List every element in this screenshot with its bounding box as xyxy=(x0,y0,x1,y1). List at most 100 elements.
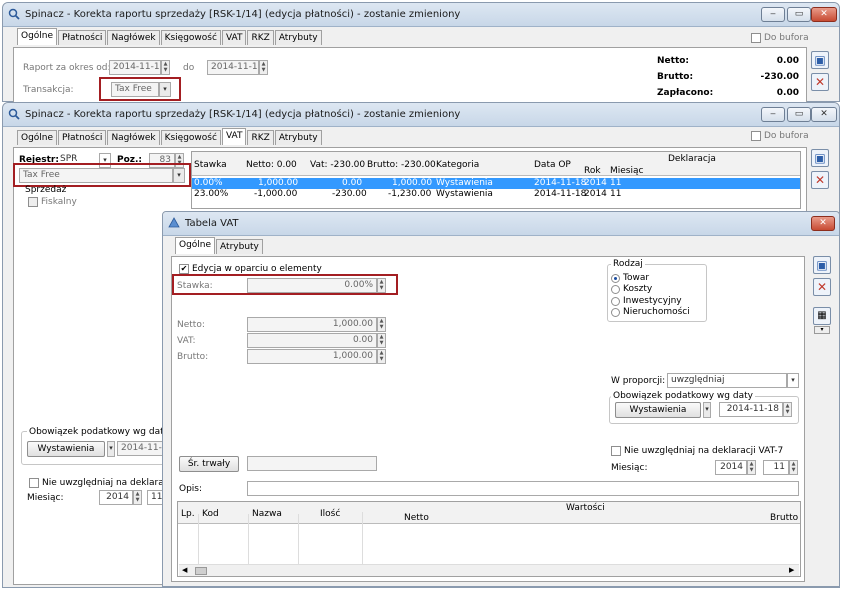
window-title: Tabela VAT xyxy=(185,218,239,229)
netto-label: Netto: xyxy=(657,56,690,66)
close-button[interactable]: ✕ xyxy=(811,107,837,122)
tab-naglowek[interactable]: Nagłówek xyxy=(107,30,160,45)
col-kategoria[interactable]: Kategoria xyxy=(436,160,479,170)
rok-spinner[interactable]: ▲ ▼ xyxy=(747,460,756,475)
cancel-icon[interactable]: ✕ xyxy=(811,171,829,189)
chevron-down-icon[interactable]: ▾ xyxy=(703,402,711,418)
scroll-thumb[interactable] xyxy=(195,567,207,575)
col-rok[interactable]: Rok xyxy=(584,166,601,176)
save-icon[interactable]: ▣ xyxy=(811,149,829,167)
do-bufora-checkbox[interactable] xyxy=(751,131,761,141)
tab-ogolne[interactable]: Ogólne xyxy=(17,130,58,145)
minimize-button[interactable]: ‒ xyxy=(761,7,785,22)
do-bufora-checkbox[interactable] xyxy=(751,33,761,43)
minimize-button[interactable]: ‒ xyxy=(761,107,785,122)
rok-input[interactable]: 2014 xyxy=(715,460,747,475)
radio-inwestycyjny[interactable] xyxy=(611,297,620,306)
highlight-transakcja xyxy=(99,77,181,101)
col-vat[interactable]: Vat: -230.00 xyxy=(310,160,365,170)
cell-data: 2014-11-18 xyxy=(534,189,587,199)
cell-kategoria: Wystawienia xyxy=(436,189,493,199)
miesiac-spinner[interactable]: ▲ ▼ xyxy=(789,460,798,475)
obowiazek-label: Obowiązek podatkowy wg daty xyxy=(27,427,171,437)
miesiac-input[interactable]: 11 xyxy=(763,460,789,475)
netto-input[interactable]: 1,000.00 xyxy=(247,317,377,332)
titlebar: Tabela VAT ✕ xyxy=(163,212,839,236)
vat-spinner[interactable]: ▲ ▼ xyxy=(377,333,386,348)
proporcji-select[interactable]: uwzględniaj xyxy=(667,373,787,388)
radio-nieruchomosci[interactable] xyxy=(611,308,620,317)
vat-input[interactable]: 0.00 xyxy=(247,333,377,348)
obowiazek-date-input[interactable]: 2014-11-18 xyxy=(719,402,783,417)
tab-platnosci[interactable]: Płatności xyxy=(58,30,107,45)
horizontal-scrollbar[interactable]: ◀ ▶ xyxy=(179,564,799,576)
tab-naglowek[interactable]: Nagłówek xyxy=(107,130,160,145)
miesiac-label: Miesiąc: xyxy=(27,493,64,503)
brutto-input[interactable]: 1,000.00 xyxy=(247,349,377,364)
col-stawka[interactable]: Stawka xyxy=(194,160,227,170)
sr-trwaly-button[interactable]: Śr. trwały xyxy=(179,456,239,472)
close-button[interactable]: ✕ xyxy=(811,216,835,231)
calculator-icon[interactable]: ▦ xyxy=(813,307,831,325)
tab-atrybuty[interactable]: Atrybuty xyxy=(274,30,322,45)
rok-spinner[interactable]: ▲ ▼ xyxy=(133,490,142,505)
col-lp[interactable]: Lp. xyxy=(181,509,195,519)
cancel-icon[interactable]: ✕ xyxy=(811,73,829,91)
date-to-input[interactable]: 2014-11-18 xyxy=(207,60,259,75)
scroll-right-icon[interactable]: ▶ xyxy=(789,566,794,574)
tab-ksiegowosc[interactable]: Księgowość xyxy=(160,130,221,145)
date-from-input[interactable]: 2014-11-18 xyxy=(109,60,161,75)
col-ilosc[interactable]: Ilość xyxy=(320,509,340,519)
tab-atrybuty[interactable]: Atrybuty xyxy=(216,239,263,254)
save-icon[interactable]: ▣ xyxy=(813,256,831,274)
edycja-checkbox[interactable]: ✔ xyxy=(179,264,189,274)
wystawienia-button[interactable]: Wystawienia xyxy=(615,402,701,418)
tab-ogolne[interactable]: Ogólne xyxy=(175,237,216,254)
transakcja-label: Transakcja: xyxy=(23,85,74,95)
maximize-button[interactable]: ▭ xyxy=(787,7,811,22)
tab-vat[interactable]: VAT xyxy=(221,30,247,45)
col-nazwa[interactable]: Nazwa xyxy=(252,509,282,519)
do-bufora-label: Do bufora xyxy=(764,131,809,141)
col-data-op[interactable]: Data OP xyxy=(534,160,571,170)
chevron-down-icon[interactable]: ▾ xyxy=(787,373,799,388)
obowiazek-date-spinner[interactable]: ▲ ▼ xyxy=(783,402,792,417)
window-title: Spinacz - Korekta raportu sprzedaży [RSK… xyxy=(25,9,461,20)
wystawienia-button[interactable]: Wystawienia xyxy=(27,441,105,457)
cancel-icon[interactable]: ✕ xyxy=(813,278,831,296)
tab-rkz[interactable]: RKZ xyxy=(247,130,274,145)
sr-trwaly-input[interactable] xyxy=(247,456,377,471)
save-icon[interactable]: ▣ xyxy=(811,51,829,69)
tab-ksiegowosc[interactable]: Księgowość xyxy=(160,30,221,45)
rok-input[interactable]: 2014 xyxy=(99,490,133,505)
col-brutto[interactable]: Brutto: -230.00 xyxy=(367,160,436,170)
scroll-left-icon[interactable]: ◀ xyxy=(182,566,187,574)
col-miesiac[interactable]: Miesiąc xyxy=(610,166,643,176)
chevron-down-icon[interactable]: ▾ xyxy=(107,441,115,457)
brutto-spinner[interactable]: ▲ ▼ xyxy=(377,349,386,364)
date-from-spinner[interactable]: ▲ ▼ xyxy=(161,60,170,75)
netto-spinner[interactable]: ▲ ▼ xyxy=(377,317,386,332)
col-netto[interactable]: Netto: 0.00 xyxy=(246,160,297,170)
tab-platnosci[interactable]: Płatności xyxy=(58,130,107,145)
brutto-value: -230.00 xyxy=(760,72,799,82)
tab-ogolne[interactable]: Ogólne xyxy=(17,28,58,45)
radio-towar[interactable] xyxy=(611,274,620,283)
date-to-spinner[interactable]: ▲ ▼ xyxy=(259,60,268,75)
col-kod[interactable]: Kod xyxy=(202,509,219,519)
col-brutto[interactable]: Brutto xyxy=(770,513,798,523)
col-netto[interactable]: Netto xyxy=(404,513,429,523)
maximize-button[interactable]: ▭ xyxy=(787,107,811,122)
fiskalny-checkbox[interactable] xyxy=(28,197,38,207)
tab-vat[interactable]: VAT xyxy=(221,128,247,145)
tab-rkz[interactable]: RKZ xyxy=(247,30,274,45)
nie-uwzgl-checkbox[interactable] xyxy=(29,478,39,488)
window-korekta-back: Spinacz - Korekta raportu sprzedaży [RSK… xyxy=(2,2,840,103)
more-dropdown-icon[interactable]: ▾ xyxy=(814,326,830,334)
close-button[interactable]: ✕ xyxy=(811,7,837,22)
tab-atrybuty[interactable]: Atrybuty xyxy=(274,130,322,145)
nie-uwzgl-checkbox[interactable] xyxy=(611,446,621,456)
opis-input[interactable] xyxy=(247,481,799,496)
obowiazek-date-input[interactable]: 2014-11-18 xyxy=(117,441,167,456)
radio-koszty[interactable] xyxy=(611,285,620,294)
